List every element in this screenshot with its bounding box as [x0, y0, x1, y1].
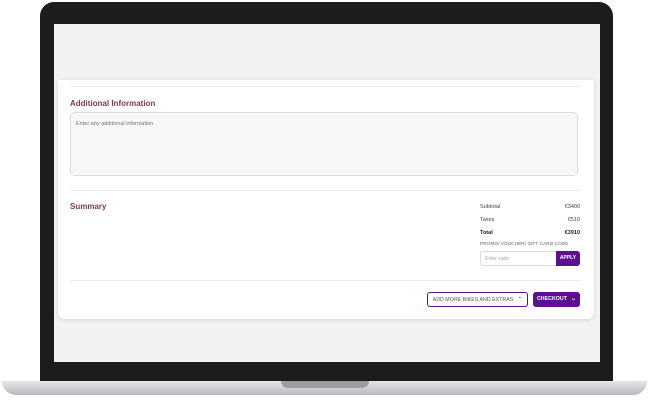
divider-top — [70, 86, 580, 87]
screen: Additional Information Summary Subtotal … — [54, 24, 600, 362]
summary-label: Subtotal — [480, 204, 501, 210]
laptop-notch — [281, 381, 369, 388]
add-more-bikes-label: ADD MORE BIKES AND EXTRAS — [432, 297, 514, 303]
summary-value: €3910 — [564, 230, 580, 236]
promo-code-label: PROMO/ VOUCHER/ GIFT CARD CODE — [480, 242, 569, 247]
summary-label: Taxes — [480, 217, 495, 223]
chevron-up-icon: ⌃ — [517, 297, 523, 303]
chevron-down-icon: ⌄ — [570, 296, 577, 302]
additional-info-textarea[interactable] — [70, 112, 578, 176]
additional-info-title: Additional Information — [70, 99, 156, 108]
checkout-button[interactable]: CHECKOUT ⌄ — [533, 292, 580, 307]
summary-label: Total — [480, 230, 493, 236]
summary-value: €510 — [567, 217, 580, 223]
checkout-card: Additional Information Summary Subtotal … — [58, 80, 594, 319]
summary-value: €3400 — [564, 204, 580, 210]
divider-middle — [70, 190, 580, 191]
add-more-bikes-button[interactable]: ADD MORE BIKES AND EXTRAS ⌃ — [427, 292, 528, 307]
apply-button[interactable]: APPLY — [556, 251, 580, 266]
summary-title: Summary — [70, 202, 107, 211]
promo-code-input[interactable]: Enter code — [480, 251, 557, 266]
checkout-label: CHECKOUT — [536, 296, 567, 302]
divider-bottom — [70, 280, 580, 281]
